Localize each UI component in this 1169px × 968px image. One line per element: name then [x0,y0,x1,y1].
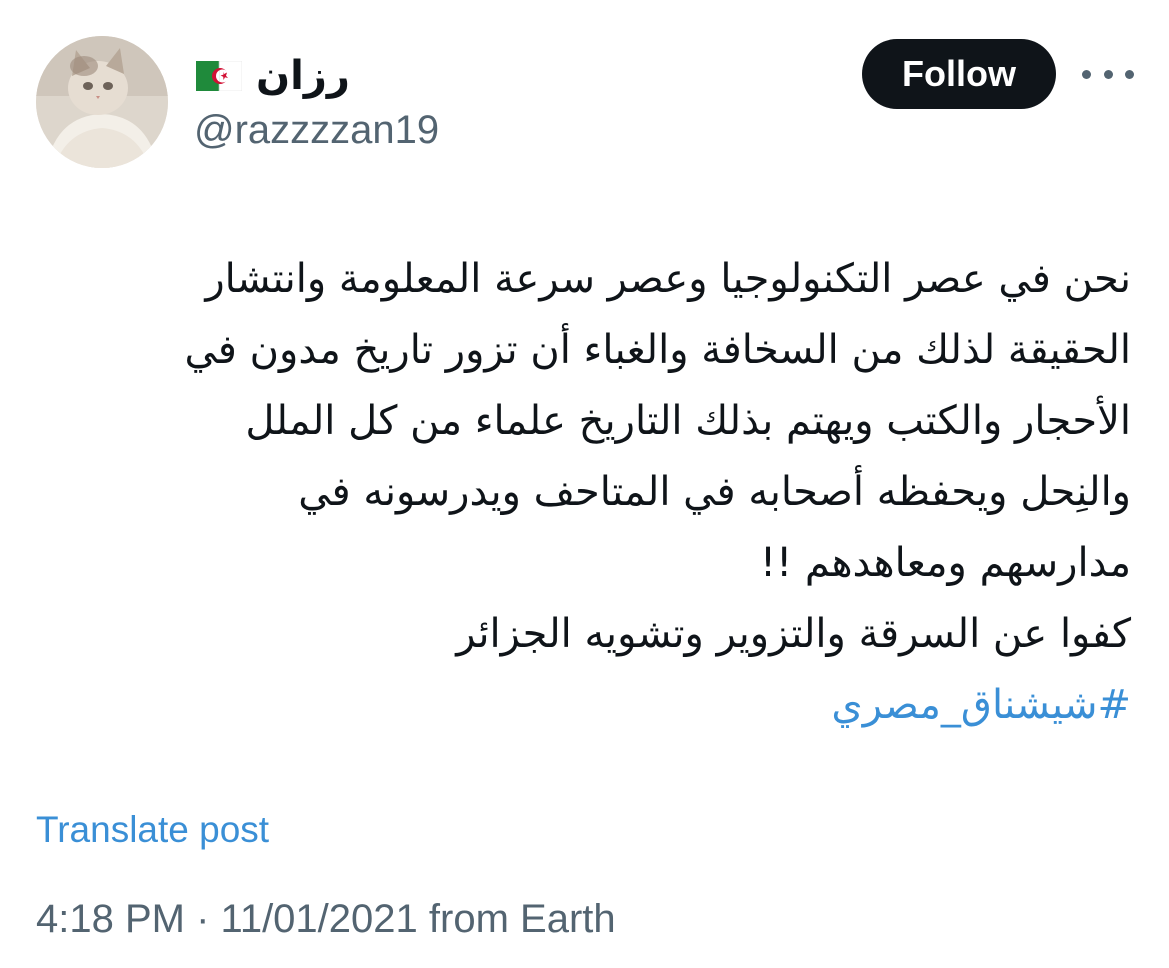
more-dot [1103,69,1113,79]
tweet-source: from Earth [428,897,616,941]
display-name[interactable]: رزان [256,52,350,100]
user-handle[interactable]: @razzzzan19 [194,106,439,154]
hashtag-link[interactable]: #شيشناق_مصري [31,670,1131,741]
tweet-line: نحن في عصر التكنولوجيا وعصر سرعة المعلوم… [205,256,1131,302]
meta-separator: · [196,897,210,941]
tweet-line: الحقيقة لذلك من السخافة والغباء أن تزور … [184,327,1131,373]
tweet-line: كفوا عن السرقة والتزوير وتشويه الجزائر [456,611,1131,657]
more-options-icon[interactable] [1082,56,1134,92]
tweet-text: نحن في عصر التكنولوجيا وعصر سرعة المعلوم… [31,244,1131,741]
tweet-date[interactable]: 11/01/2021 [221,897,418,941]
translate-post-link[interactable]: Translate post [36,806,269,854]
author-name-row: رزان [196,52,350,100]
tweet-meta: 4:18 PM · 11/01/2021 from Earth [36,894,616,944]
avatar[interactable] [36,36,168,168]
tweet-line: والنِحل ويحفظه أصحابه في المتاحف ويدرسون… [298,469,1131,515]
cat-avatar-image [36,36,168,168]
more-dot [1125,69,1134,79]
tweet-line: الأحجار والكتب ويهتم بذلك التاريخ علماء … [245,398,1131,444]
tweet-line: مدارسهم ومعاهدهم !! [760,540,1131,586]
follow-button[interactable]: Follow [862,39,1056,109]
more-dot [1082,69,1091,79]
tweet-time[interactable]: 4:18 PM [36,897,185,941]
algeria-flag-icon [196,61,242,91]
